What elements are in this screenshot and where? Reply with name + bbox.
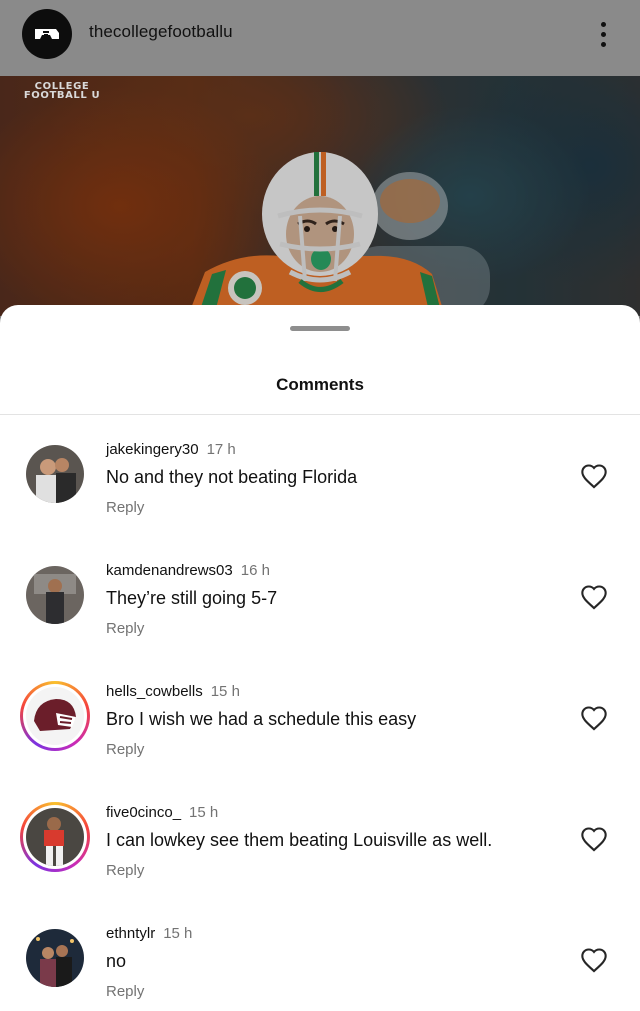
reply-button[interactable]: Reply <box>106 620 144 637</box>
image-dim-overlay <box>0 76 640 316</box>
comment-text: They’re still going 5-7 <box>106 588 278 608</box>
comment-time: 16 h <box>240 562 270 579</box>
heart-outline-icon[interactable] <box>580 463 608 489</box>
comment-item: jakekingery30 17 h No and they not beatin… <box>0 441 640 555</box>
post-header: thecollegefootballu <box>0 0 640 76</box>
comment-text: I can lowkey see them beating Louisville… <box>106 830 493 850</box>
more-vertical-icon <box>600 21 606 27</box>
commenter-avatar-story-ring[interactable] <box>20 802 90 872</box>
more-options-button[interactable] <box>588 16 618 52</box>
reply-button[interactable]: Reply <box>106 983 144 1000</box>
sheet-title: Comments <box>276 375 364 394</box>
reply-button[interactable]: Reply <box>106 862 144 879</box>
commenter-username[interactable]: five0cinco_ <box>106 804 181 821</box>
comment-time: 15 h <box>210 683 240 700</box>
heart-outline-icon[interactable] <box>580 947 608 973</box>
comment-meta: ethntylr 15 h <box>106 925 192 942</box>
commenter-avatar[interactable] <box>26 566 84 624</box>
commenter-avatar-story-ring[interactable] <box>20 681 90 751</box>
heart-outline-icon[interactable] <box>580 826 608 852</box>
commenter-avatar[interactable] <box>26 445 84 503</box>
commenter-avatar <box>26 687 84 745</box>
comment-time: 15 h <box>189 804 219 821</box>
comment-meta: kamdenandrews03 16 h <box>106 562 270 579</box>
commenter-username[interactable]: jakekingery30 <box>106 441 199 458</box>
comment-item: ethntylr 15 h no Reply <box>0 925 640 1011</box>
comment-time: 17 h <box>206 441 236 458</box>
commenter-avatar[interactable] <box>26 929 84 987</box>
comment-text: Bro I wish we had a schedule this easy <box>106 709 417 729</box>
screen: thecollegefootballu COLLEGE FOOTBALL U C… <box>0 0 640 1011</box>
comment-item: kamdenandrews03 16 h They’re still going … <box>0 562 640 676</box>
comments-sheet: Comments jakekingery30 17 h No and they n… <box>0 305 640 1011</box>
sheet-drag-handle[interactable] <box>290 326 350 331</box>
reply-button[interactable]: Reply <box>106 499 144 516</box>
comment-time: 15 h <box>163 925 193 942</box>
commenter-username[interactable]: ethntylr <box>106 925 155 942</box>
story-ring-gap <box>23 684 87 748</box>
brand-watermark: COLLEGE FOOTBALL U <box>23 81 101 101</box>
comment-meta: five0cinco_ 15 h <box>106 804 218 821</box>
commenter-username[interactable]: hells_cowbells <box>106 683 203 700</box>
comment-item: hells_cowbells 15 h Bro I wish we had a s… <box>0 681 640 797</box>
account-avatar[interactable] <box>22 9 72 59</box>
sheet-divider <box>0 414 640 415</box>
story-ring-gap <box>23 805 87 869</box>
more-dot <box>600 41 606 47</box>
more-dot <box>600 31 606 37</box>
comment-meta: jakekingery30 17 h <box>106 441 236 458</box>
reply-button[interactable]: Reply <box>106 741 144 758</box>
heart-outline-icon[interactable] <box>580 584 608 610</box>
commenter-username[interactable]: kamdenandrews03 <box>106 562 233 579</box>
comment-text: no <box>106 951 127 971</box>
post-image[interactable]: COLLEGE FOOTBALL U <box>0 76 640 316</box>
account-username[interactable]: thecollegefootballu <box>89 22 233 42</box>
comment-item: five0cinco_ 15 h I can lowkey see them be… <box>0 802 640 918</box>
heart-outline-icon[interactable] <box>580 705 608 731</box>
commenter-avatar <box>26 808 84 866</box>
comment-meta: hells_cowbells 15 h <box>106 683 240 700</box>
comment-text: No and they not beating Florida <box>106 467 358 487</box>
cfu-logo-icon <box>35 29 59 39</box>
